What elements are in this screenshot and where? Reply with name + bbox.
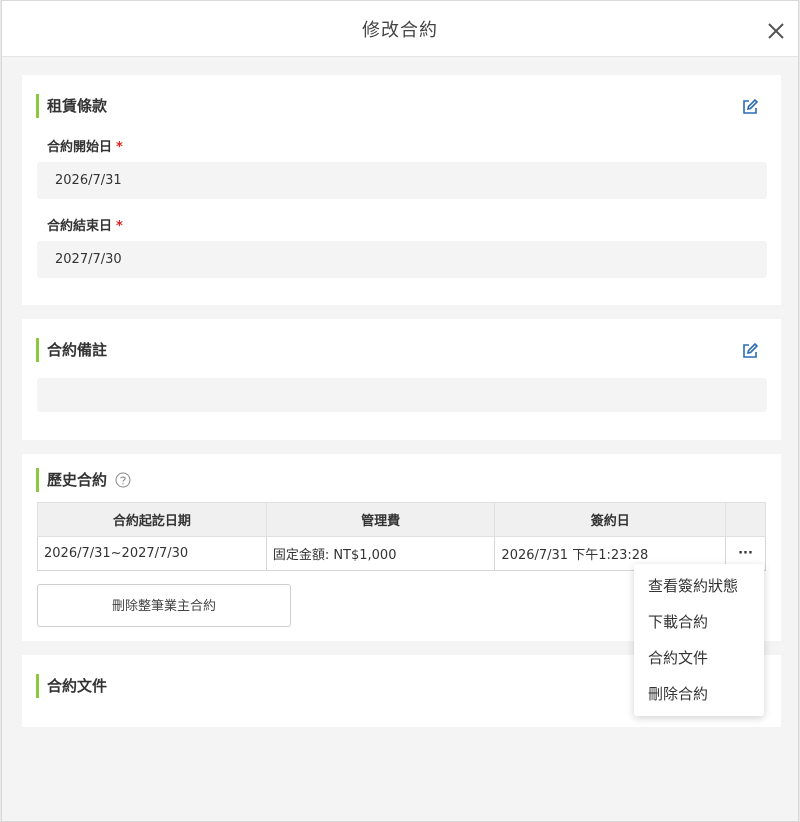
history-title: 歷史合約 xyxy=(36,468,107,492)
start-date-label-text: 合約開始日 xyxy=(47,140,113,155)
lease-terms-title: 租賃條款 xyxy=(36,94,107,118)
lease-terms-card: 租賃條款 合約開始日 * 2026/7/31 合約結束日 * 2027/7/30 xyxy=(22,75,781,305)
remarks-card: 合約備註 xyxy=(22,319,781,440)
column-header-actions xyxy=(725,502,766,537)
menu-item-contract-documents[interactable]: 合約文件 xyxy=(634,640,764,676)
fee-cell: 固定金額: NT$1,000 xyxy=(265,536,496,571)
column-header: 簽約日 xyxy=(494,502,727,537)
remarks-field[interactable] xyxy=(37,378,767,412)
row-actions-menu: 查看簽約狀態 下載合約 合約文件 刪除合約 xyxy=(634,564,764,716)
start-date-field[interactable]: 2026/7/31 xyxy=(37,162,767,199)
menu-item-delete-contract[interactable]: 刪除合約 xyxy=(634,676,764,712)
modal-header: 修改合約 xyxy=(2,1,798,57)
required-mark: * xyxy=(116,140,123,155)
delete-owner-contract-button[interactable]: 刪除整筆業主合約 xyxy=(37,584,291,627)
modal-title: 修改合約 xyxy=(362,20,438,41)
edit-icon[interactable] xyxy=(741,98,759,116)
table-header-row: 合約起訖日期 管理費 簽約日 xyxy=(37,502,766,537)
end-date-label: 合約結束日 * xyxy=(47,215,123,234)
documents-title: 合約文件 xyxy=(36,674,107,698)
end-date-field[interactable]: 2027/7/30 xyxy=(37,241,767,278)
column-header: 合約起訖日期 xyxy=(37,502,267,537)
remarks-title: 合約備註 xyxy=(36,338,107,362)
menu-item-download-contract[interactable]: 下載合約 xyxy=(634,604,764,640)
required-mark: * xyxy=(116,219,123,234)
edit-icon[interactable] xyxy=(741,342,759,360)
close-icon[interactable] xyxy=(766,21,786,41)
period-cell: 2026/7/31~2027/7/30 xyxy=(37,536,267,571)
menu-item-view-signing-status[interactable]: 查看簽約狀態 xyxy=(634,568,764,604)
end-date-label-text: 合約結束日 xyxy=(47,219,113,234)
column-header: 管理費 xyxy=(265,502,496,537)
question-circle-icon[interactable] xyxy=(115,472,131,488)
start-date-label: 合約開始日 * xyxy=(47,136,123,155)
history-table: 合約起訖日期 管理費 簽約日 2026/7/31~2027/7/30 固定金額:… xyxy=(37,502,766,571)
